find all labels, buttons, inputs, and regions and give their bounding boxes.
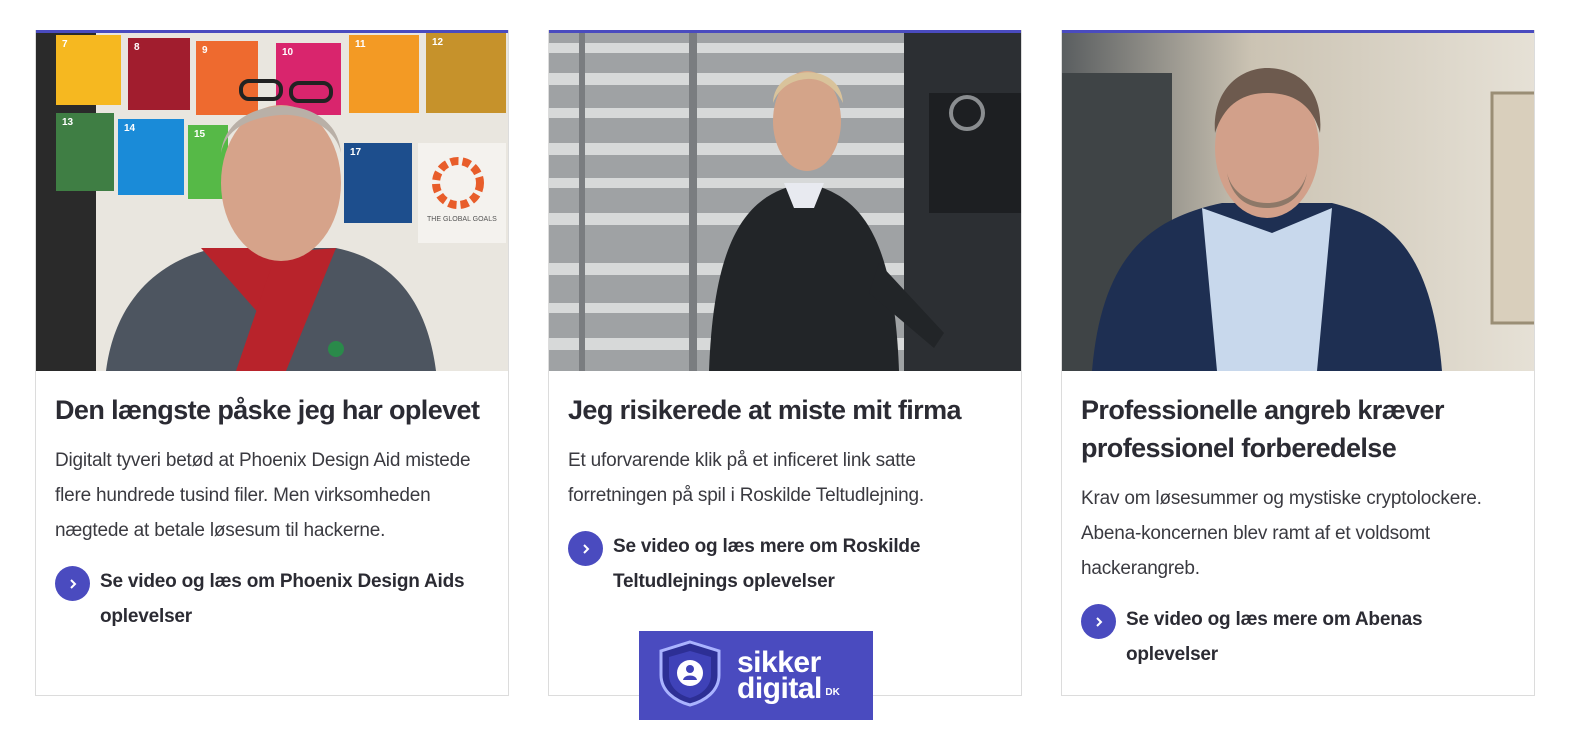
logo-wordmark: sikker digital DK [737, 647, 840, 705]
chevron-right-icon [568, 531, 603, 566]
card-title: Professionelle angreb kræver professione… [1081, 395, 1444, 463]
sikker-digital-logo[interactable]: sikker digital DK [639, 631, 873, 720]
sdg-tile-number: 9 [202, 45, 208, 56]
logo-line-2: digital [737, 671, 822, 705]
card-photo-abena[interactable] [1062, 33, 1534, 371]
sdg-poster-caption: THE GLOBAL GOALS [427, 216, 497, 223]
sdg-poster [418, 143, 506, 243]
story-card-abena: Professionelle angreb kræver professione… [1061, 30, 1535, 696]
sdg-tile-number: 8 [134, 42, 140, 53]
card-title: Jeg risikerede at miste mit firma [568, 395, 961, 425]
story-card-phoenix: 7 8 9 10 11 12 13 14 15 16 17 THE GLOBAL… [35, 30, 509, 696]
sdg-tile-number: 7 [62, 39, 68, 50]
read-more-link-abena[interactable]: Se video og læs mere om Abenas oplevelse… [1081, 602, 1514, 672]
chevron-right-icon [1081, 604, 1116, 639]
card-title: Den længste påske jeg har oplevet [55, 395, 480, 425]
sdg-tile-number: 12 [432, 37, 444, 48]
read-more-link-roskilde[interactable]: Se video og læs mere om Roskilde Teltudl… [568, 529, 1001, 599]
card-photo-phoenix[interactable]: 7 8 9 10 11 12 13 14 15 16 17 THE GLOBAL… [36, 33, 508, 371]
sdg-tile-number: 14 [124, 123, 136, 134]
story-card-roskilde: Jeg risikerede at miste mit firma Et ufo… [548, 30, 1022, 696]
sdg-tile-number: 11 [355, 39, 366, 50]
sdg-tile-number: 13 [62, 117, 74, 128]
read-more-label: Se video og læs mere om Abenas oplevelse… [1126, 609, 1423, 665]
read-more-label: Se video og læs mere om Roskilde Teltudl… [613, 536, 921, 592]
sdg-tile-number: 15 [194, 129, 206, 140]
sdg-tile-number: 10 [282, 47, 294, 58]
card-photo-roskilde[interactable] [549, 33, 1021, 371]
shield-user-icon [655, 639, 725, 712]
card-description: Digitalt tyveri betød at Phoenix Design … [55, 450, 471, 541]
logo-suffix: DK [825, 686, 840, 698]
chevron-right-icon [55, 566, 90, 601]
read-more-link-phoenix[interactable]: Se video og læs om Phoenix Design Aids o… [55, 564, 488, 634]
card-description: Krav om løsesummer og mystiske cryptoloc… [1081, 488, 1482, 579]
card-description: Et uforvarende klik på et inficeret link… [568, 450, 924, 506]
sdg-tile-number: 17 [350, 147, 362, 158]
read-more-label: Se video og læs om Phoenix Design Aids o… [100, 571, 465, 627]
